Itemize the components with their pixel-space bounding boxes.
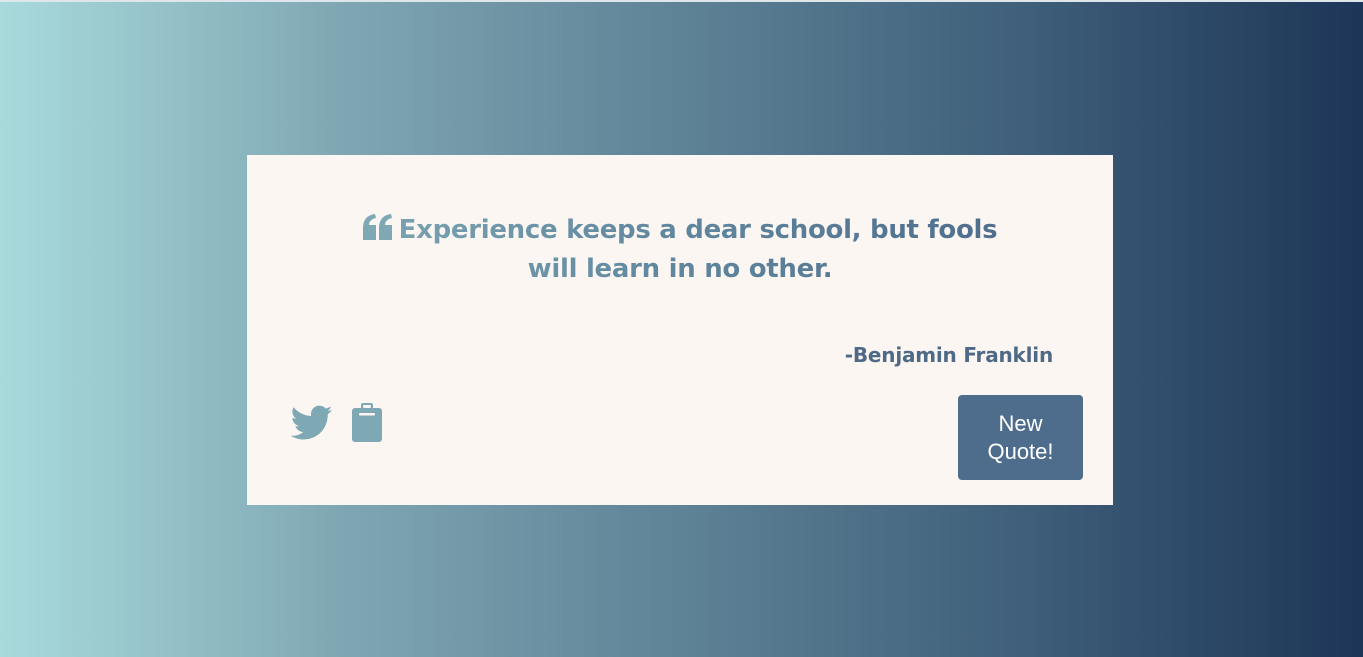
new-quote-button[interactable]: New Quote! — [958, 395, 1083, 480]
quote-text: Experience keeps a dear school, but fool… — [398, 215, 998, 284]
quote-card: Experience keeps a dear school, but fool… — [247, 155, 1113, 505]
quote-left-icon — [362, 214, 392, 240]
copy-button[interactable] — [351, 402, 383, 444]
quote-text-block: Experience keeps a dear school, but fool… — [337, 211, 1023, 289]
top-border — [0, 0, 1363, 2]
tweet-button[interactable] — [290, 405, 333, 441]
clipboard-icon — [352, 403, 382, 442]
quote-author: -Benjamin Franklin — [844, 343, 1053, 367]
twitter-icon — [290, 405, 333, 440]
